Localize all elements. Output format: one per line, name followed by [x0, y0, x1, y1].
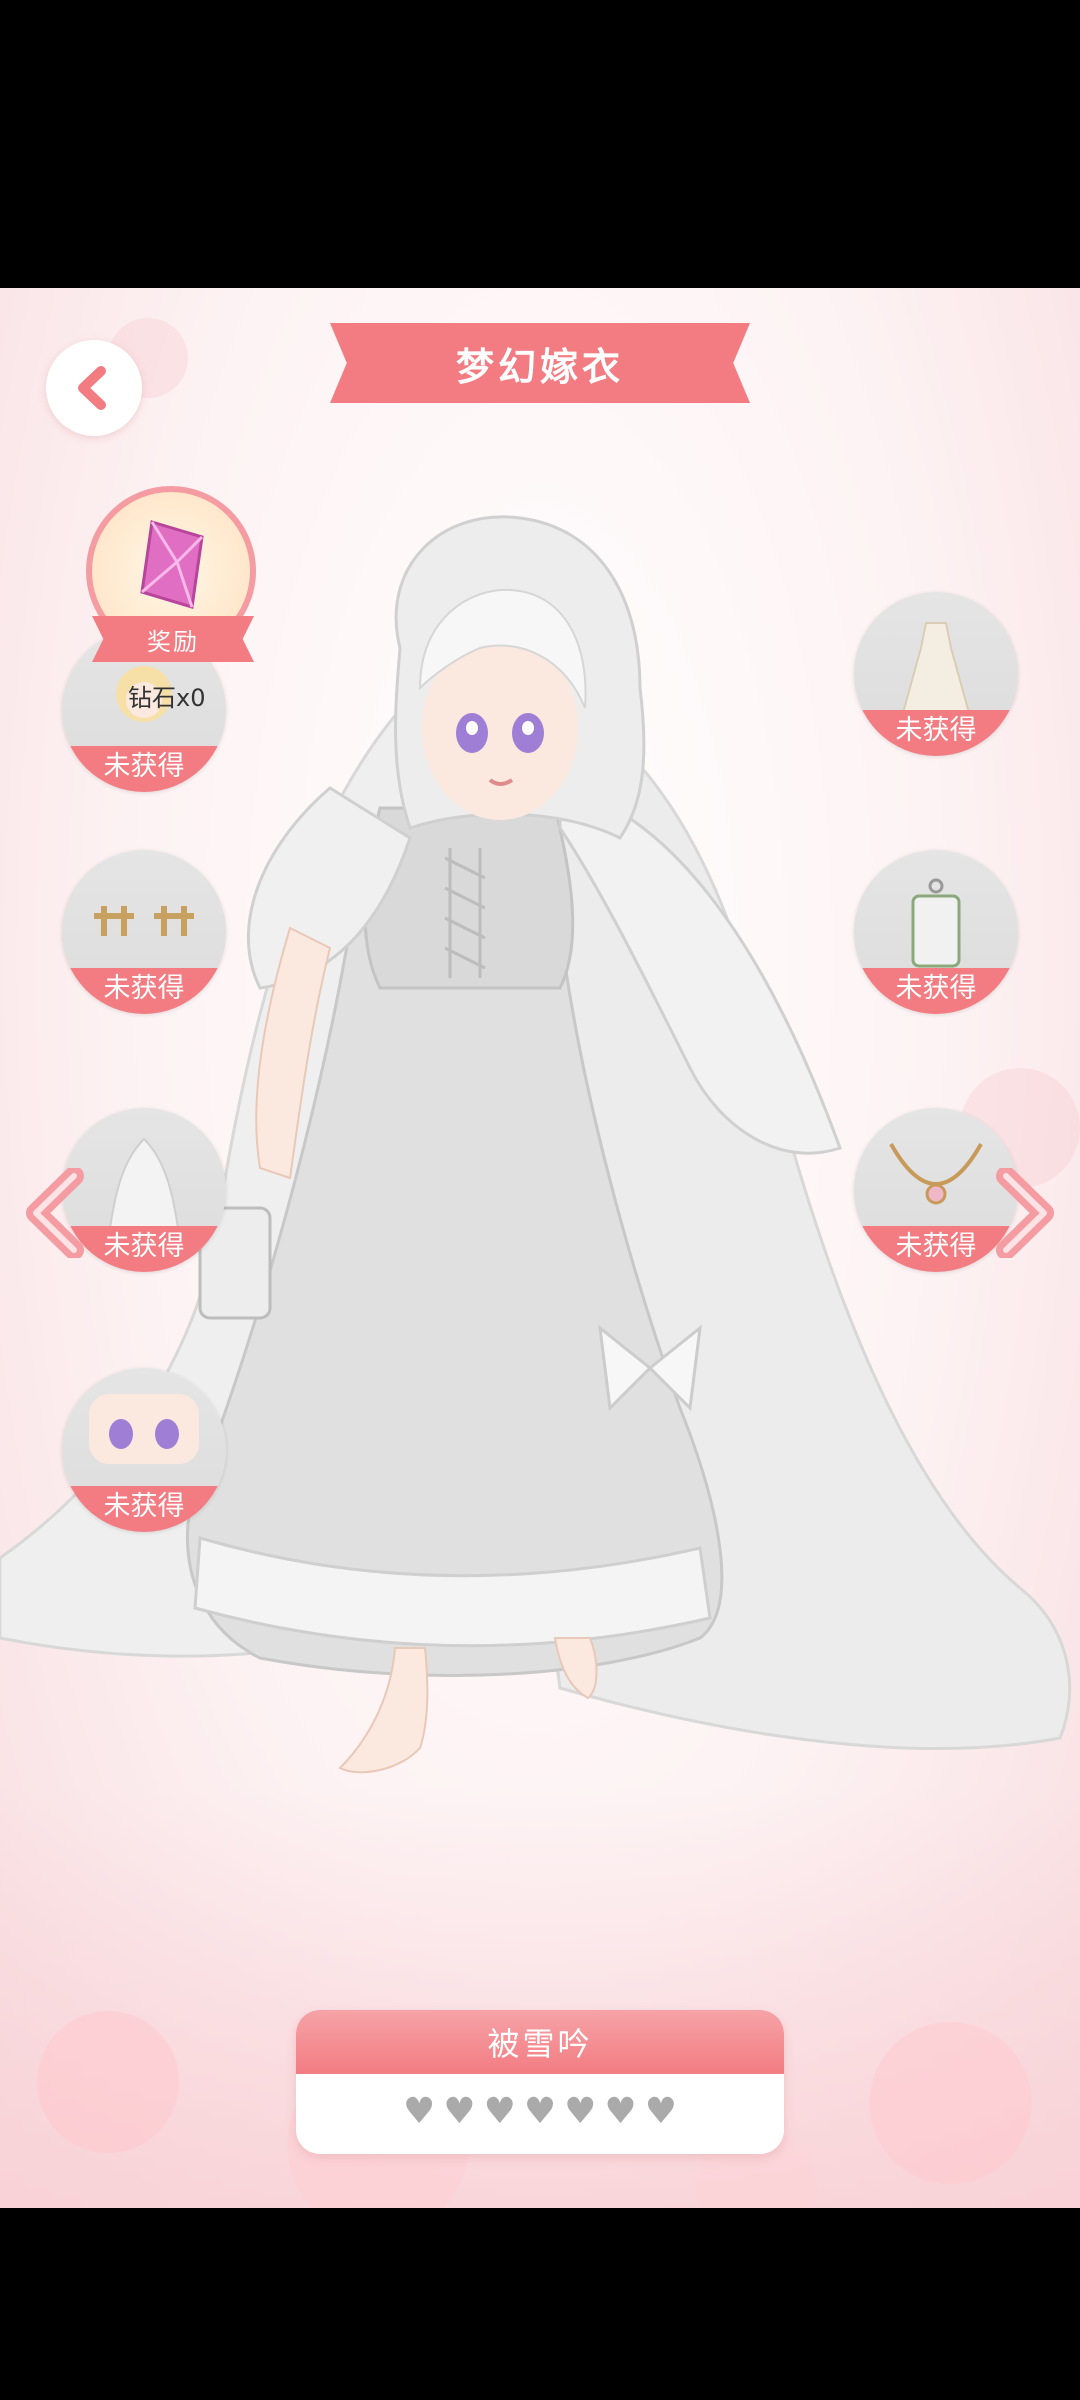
item-slot-dress[interactable]: 未获得 — [854, 592, 1018, 756]
item-slot-hair-accessory[interactable]: 未获得 — [62, 850, 226, 1014]
arrow-left-icon — [26, 1168, 84, 1258]
prev-arrow-button[interactable] — [24, 1168, 94, 1258]
page-title: 梦幻嫁衣 — [455, 344, 624, 389]
heart-icon: ♥ — [523, 2091, 557, 2132]
heart-icon: ♥ — [644, 2091, 677, 2132]
heart-rating: ♥ ♥ ♥ ♥ ♥ ♥ ♥ — [296, 2092, 784, 2132]
item-status: 未获得 — [854, 710, 1018, 756]
heart-icon: ♥ — [483, 2091, 516, 2132]
reward-tag: 奖励 — [92, 616, 254, 662]
title-ribbon: 梦幻嫁衣 — [330, 323, 750, 403]
chevron-left-icon — [78, 366, 106, 410]
reward-tag-label: 奖励 — [147, 627, 199, 656]
game-screen: 梦幻嫁衣 未获得 未获得 未获得 未获得 奖励 钻石x0 未获得 未获得 未获得… — [0, 288, 1080, 2208]
item-status: 未获得 — [854, 968, 1018, 1014]
diamond-icon — [140, 520, 204, 609]
arrow-right-icon — [996, 1168, 1054, 1258]
heart-icon: ♥ — [443, 2091, 476, 2132]
heart-icon: ♥ — [564, 2091, 597, 2132]
suit-name: 被雪吟 — [296, 2010, 784, 2074]
lantern-icon — [911, 878, 961, 968]
item-slot-eyes[interactable]: 未获得 — [62, 1368, 226, 1532]
reward-amount: 钻石x0 — [128, 684, 206, 712]
dress-icon — [901, 622, 971, 714]
next-arrow-button[interactable] — [986, 1168, 1056, 1258]
hair-accessory-icon — [94, 906, 194, 936]
veil-icon — [107, 1137, 181, 1234]
item-status: 未获得 — [62, 1486, 226, 1532]
necklace-icon — [889, 1143, 983, 1205]
back-button[interactable] — [46, 340, 142, 436]
heart-icon: ♥ — [604, 2091, 637, 2132]
item-slot-lantern[interactable]: 未获得 — [854, 850, 1018, 1014]
heart-icon: ♥ — [403, 2091, 436, 2132]
suit-card[interactable]: 被雪吟 ♥ ♥ ♥ ♥ ♥ ♥ ♥ — [296, 2010, 784, 2154]
item-status: 未获得 — [62, 746, 226, 792]
item-status: 未获得 — [62, 968, 226, 1014]
eyes-icon — [89, 1394, 199, 1464]
